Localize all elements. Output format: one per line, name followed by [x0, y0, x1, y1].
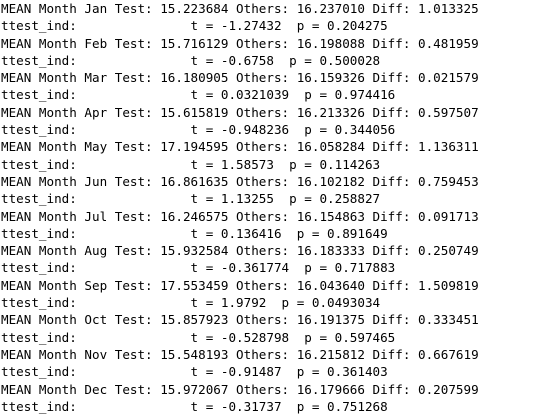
ttest-line-may: ttest_ind: t = 1.58573 p = 0.114263: [1, 156, 381, 172]
mean-line-oct: MEAN Month Oct Test: 15.857923 Others: 1…: [1, 312, 479, 328]
mean-line-feb: MEAN Month Feb Test: 15.716129 Others: 1…: [1, 35, 479, 51]
mean-line-jan: MEAN Month Jan Test: 15.223684 Others: 1…: [1, 1, 479, 16]
mean-line-dec: MEAN Month Dec Test: 15.972067 Others: 1…: [1, 381, 479, 397]
ttest-line-jan: ttest_ind: t = -1.27432 p = 0.204275: [1, 18, 388, 34]
ttest-line-mar: ttest_ind: t = 0.0321039 p = 0.974416: [1, 87, 396, 103]
mean-line-mar: MEAN Month Mar Test: 16.180905 Others: 1…: [1, 70, 479, 86]
mean-line-aug: MEAN Month Aug Test: 15.932584 Others: 1…: [1, 243, 479, 259]
mean-line-jul: MEAN Month Jul Test: 16.246575 Others: 1…: [1, 208, 479, 224]
ttest-line-sep: ttest_ind: t = 1.9792 p = 0.0493034: [1, 295, 381, 311]
ttest-line-nov: ttest_ind: t = -0.91487 p = 0.361403: [1, 364, 388, 380]
ttest-line-dec: ttest_ind: t = -0.31737 p = 0.751268: [1, 398, 388, 414]
mean-line-sep: MEAN Month Sep Test: 17.553459 Others: 1…: [1, 277, 479, 293]
ttest-line-jul: ttest_ind: t = 0.136416 p = 0.891649: [1, 225, 388, 241]
ttest-line-apr: ttest_ind: t = -0.948236 p = 0.344056: [1, 122, 396, 138]
mean-line-nov: MEAN Month Nov Test: 15.548193 Others: 1…: [1, 346, 479, 362]
ttest-line-oct: ttest_ind: t = -0.528798 p = 0.597465: [1, 329, 396, 345]
ttest-line-aug: ttest_ind: t = -0.361774 p = 0.717883: [1, 260, 396, 276]
mean-line-apr: MEAN Month Apr Test: 15.615819 Others: 1…: [1, 104, 479, 120]
mean-line-may: MEAN Month May Test: 17.194595 Others: 1…: [1, 139, 479, 155]
mean-line-jun: MEAN Month Jun Test: 16.861635 Others: 1…: [1, 173, 479, 189]
ttest-line-jun: ttest_ind: t = 1.13255 p = 0.258827: [1, 191, 381, 207]
console-output: MEAN Month Jan Test: 15.223684 Others: 1…: [0, 0, 554, 416]
ttest-line-feb: ttest_ind: t = -0.6758 p = 0.500028: [1, 52, 381, 68]
